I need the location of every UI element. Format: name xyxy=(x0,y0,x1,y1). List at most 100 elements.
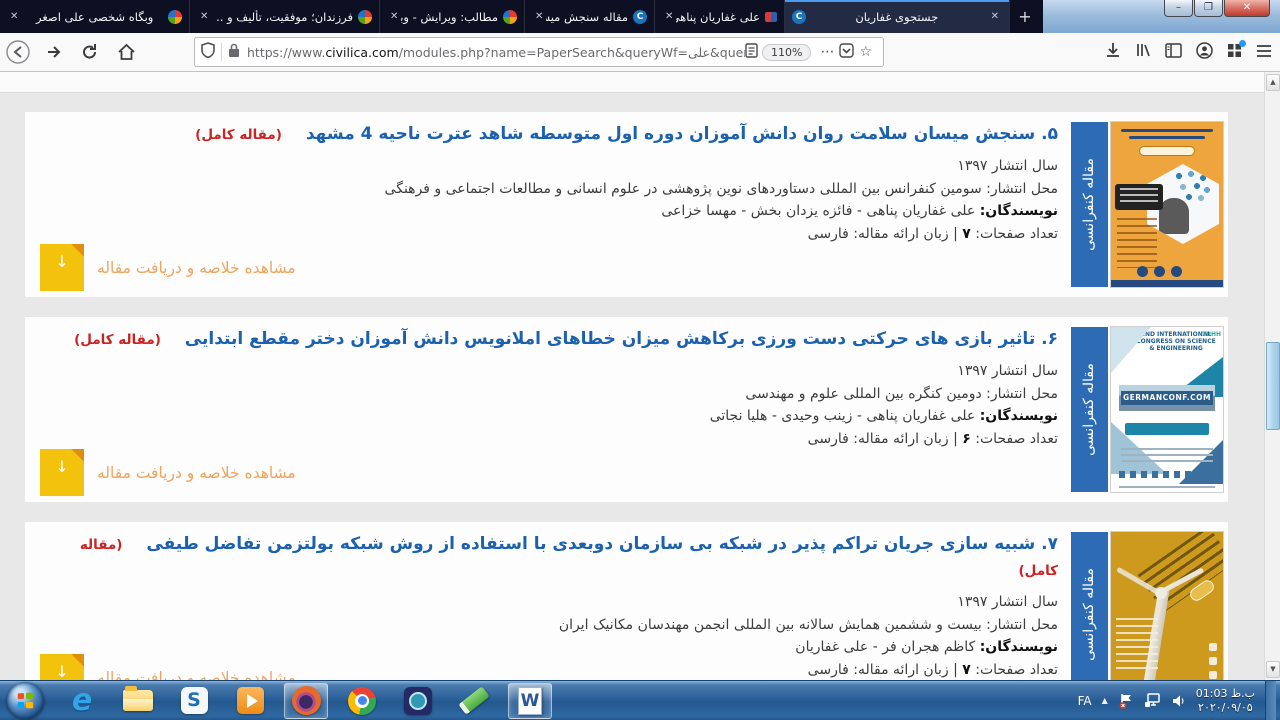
url-bar[interactable]: https://www.civilica.com/modules.php?nam… xyxy=(194,37,884,67)
result-thumbnail[interactable]: مقاله کنفرانسی xyxy=(1071,532,1223,680)
view-abstract-link[interactable]: مشاهده خلاصه و دریافت مقاله xyxy=(97,259,296,277)
tab-close-icon[interactable]: ✕ xyxy=(662,11,676,22)
vertical-scrollbar[interactable]: ▲ ▼ xyxy=(1264,72,1280,680)
download-paper-icon[interactable]: ↓ xyxy=(40,654,84,680)
toolbar-right-icons xyxy=(1105,42,1272,63)
taskbar-internet-explorer[interactable]: e xyxy=(60,683,104,719)
internet-explorer-icon: e xyxy=(72,683,92,718)
previous-result-edge xyxy=(0,72,1264,93)
conference-poster-image[interactable] xyxy=(1111,532,1223,680)
taskbar-firefox-active[interactable] xyxy=(284,683,328,719)
tab-active-civilica-search[interactable]: C جستجوی غفاریان ✕ xyxy=(785,0,1010,33)
zoom-level-button[interactable]: 110% xyxy=(762,44,811,61)
firefox-icon xyxy=(292,686,321,715)
view-abstract-link[interactable]: مشاهده خلاصه و دریافت مقاله xyxy=(97,669,296,681)
lock-icon[interactable] xyxy=(228,43,240,62)
tab-close-icon[interactable]: ✕ xyxy=(7,11,21,22)
tab-title: وبگاه شخصی علی اصغر xyxy=(21,10,168,24)
home-button[interactable] xyxy=(110,38,142,66)
tab-personal-site[interactable]: ✕ وبگاه شخصی علی اصغر xyxy=(0,0,190,33)
joomla-icon xyxy=(503,10,517,24)
taskbar-clock[interactable]: ب.ظ 01:03 ۲۰۲۰/۰۹/۰۵ xyxy=(1196,687,1255,715)
result-number: ۷. xyxy=(1041,534,1058,554)
university-app-icon xyxy=(404,687,432,715)
scrollbar-thumb[interactable] xyxy=(1266,342,1280,430)
result-title-link[interactable]: سنجش میسان سلامت روان دانش آموزان دوره ا… xyxy=(306,124,1035,144)
scroll-down-arrow[interactable]: ▼ xyxy=(1266,661,1280,678)
show-desktop-button[interactable] xyxy=(1265,681,1276,720)
url-text[interactable]: https://www.civilica.com/modules.php?nam… xyxy=(247,45,745,60)
view-abstract-link[interactable]: مشاهده خلاصه و دریافت مقاله xyxy=(97,464,296,482)
tab-civilica-paper[interactable]: ✕ مقاله سنجش میسان سلامت C xyxy=(525,0,655,33)
year-line: سال انتشار ۱۳۹۷ xyxy=(40,155,1058,178)
site-icon xyxy=(765,12,777,22)
blue-s-app-icon: S xyxy=(181,687,208,714)
tab-close-icon[interactable]: ✕ xyxy=(387,11,401,22)
action-center-flag-icon[interactable] xyxy=(1118,693,1134,709)
full-paper-badge: (مقاله کامل) xyxy=(195,127,282,143)
paper-type-ribbon: مقاله کنفرانسی xyxy=(1071,532,1108,680)
tab-title: مقاله سنجش میسان سلامت xyxy=(546,10,633,24)
result-title-link[interactable]: شبیه سازی جریان تراکم پذیر در شبکه بی سا… xyxy=(146,534,1035,554)
result-title-link[interactable]: تاثیر بازی های حرکتی دست ورزی برکاهش میز… xyxy=(185,329,1035,349)
maximize-button[interactable]: ❐ xyxy=(1194,0,1223,17)
conference-poster-image[interactable] xyxy=(1111,122,1223,287)
sidebar-icon[interactable] xyxy=(1165,43,1182,62)
download-paper-icon[interactable]: ↓ xyxy=(40,449,84,496)
menu-hamburger-icon[interactable] xyxy=(1256,43,1272,62)
taskbar-university-app[interactable] xyxy=(396,683,440,719)
taskbar-word-open[interactable]: W xyxy=(508,683,552,719)
windows-flag-icon xyxy=(18,693,33,709)
green-pen-icon xyxy=(458,686,490,715)
civilica-icon: C xyxy=(792,10,806,24)
poster-logo-text: TUHH xyxy=(1202,331,1221,338)
result-card-5: مقاله کنفرانسی ۵. سنجش میسان سلامت روان … xyxy=(25,112,1228,297)
close-button[interactable]: ✕ xyxy=(1224,0,1270,17)
taskbar-media-player[interactable] xyxy=(228,683,272,719)
minimize-button[interactable]: – xyxy=(1164,0,1193,17)
reload-button[interactable] xyxy=(74,38,106,66)
conference-poster-image[interactable]: 2ND INTERNATIONAL CONGRESS ON SCIENCE & … xyxy=(1111,327,1223,492)
pocket-icon[interactable] xyxy=(839,43,854,62)
download-paper-icon[interactable]: ↓ xyxy=(40,244,84,291)
reader-view-icon[interactable] xyxy=(745,43,758,62)
tray-expand-icon[interactable]: ▲ xyxy=(1102,696,1108,705)
tracking-shield-icon[interactable] xyxy=(201,42,215,62)
extension-icon[interactable] xyxy=(1227,43,1242,62)
authors-line: نویسندگان: علی غفاریان پناهی - فائزه یزد… xyxy=(40,200,1058,223)
result-thumbnail[interactable]: مقاله کنفرانسی xyxy=(1071,122,1223,287)
tab-close-icon[interactable]: ✕ xyxy=(988,11,1002,22)
word-icon: W xyxy=(518,687,542,715)
authors-line: نویسندگان: علی غفاریان پناهی - زینب وحید… xyxy=(40,405,1058,428)
page-actions-icon[interactable]: ⋯ xyxy=(820,44,834,60)
network-icon[interactable] xyxy=(1144,693,1162,708)
notification-dot xyxy=(1239,40,1246,47)
poster-banner-text: GERMANCONF.COM xyxy=(1121,391,1213,405)
taskbar-chrome[interactable] xyxy=(340,683,384,719)
downloads-icon[interactable] xyxy=(1105,42,1121,62)
volume-icon[interactable] xyxy=(1172,694,1186,708)
taskbar-green-pen-app[interactable] xyxy=(452,683,496,719)
clock-time: ب.ظ 01:03 xyxy=(1196,687,1255,701)
windows-taskbar: e S W FA ▲ ب.ظ 01:03 ۲۰۲۰/۰۹/۰۵ xyxy=(0,680,1280,720)
tab-ghaffarian-search[interactable]: ✕ علی غفاریان پناهی - جو xyxy=(655,0,785,33)
taskbar-blue-s-app[interactable]: S xyxy=(172,683,216,719)
forward-button[interactable] xyxy=(38,38,70,66)
tab-close-icon[interactable]: ✕ xyxy=(532,11,546,22)
tab-children-article[interactable]: ✕ فرزندان؛ موفقیت، تألیف و .. xyxy=(190,0,380,33)
system-tray: FA ▲ ب.ظ 01:03 ۲۰۲۰/۰۹/۰۵ xyxy=(1078,681,1280,720)
tab-close-icon[interactable]: ✕ xyxy=(197,11,211,22)
account-icon[interactable] xyxy=(1196,42,1213,63)
library-icon[interactable] xyxy=(1135,42,1151,62)
bookmark-star-icon[interactable]: ☆ xyxy=(859,44,872,60)
back-button[interactable] xyxy=(2,38,34,66)
taskbar-file-explorer[interactable] xyxy=(116,683,160,719)
tab-title: جستجوی غفاریان xyxy=(806,10,988,24)
result-thumbnail[interactable]: 2ND INTERNATIONAL CONGRESS ON SCIENCE & … xyxy=(1071,327,1223,492)
new-tab-button[interactable]: + xyxy=(1010,0,1040,33)
download-row: مشاهده خلاصه و دریافت مقاله ↓ xyxy=(40,654,296,680)
tab-edit-content[interactable]: ✕ مطالب: ویرایش - وبگاه شخ xyxy=(380,0,525,33)
language-indicator[interactable]: FA xyxy=(1078,694,1092,708)
start-button[interactable] xyxy=(7,682,44,719)
scroll-up-arrow[interactable]: ▲ xyxy=(1266,74,1280,91)
